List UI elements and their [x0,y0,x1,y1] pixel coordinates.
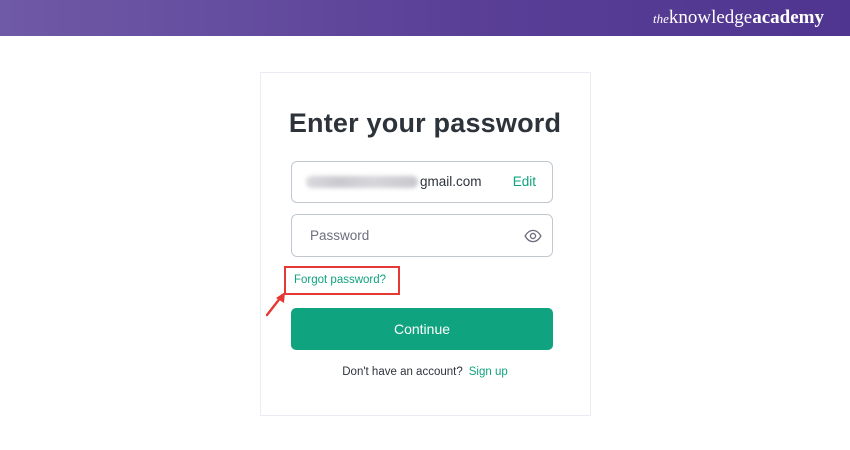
continue-button[interactable]: Continue [291,308,553,350]
brand-knowledge: knowledge [668,7,753,28]
signup-row: Don't have an account? Sign up [0,366,850,378]
email-redacted [306,176,418,188]
password-input[interactable] [292,215,517,256]
brand-academy: academy [752,7,824,28]
signup-prompt: Don't have an account? [342,366,463,378]
edit-email-link[interactable]: Edit [513,174,536,189]
forgot-password-link[interactable]: Forgot password? [294,274,386,286]
eye-icon[interactable] [524,227,542,245]
brand-logo: theknowledgeacademy [653,7,824,30]
email-field: gmail.com Edit [291,161,553,203]
password-field [291,214,553,257]
page-title: Enter your password [288,108,562,138]
brand-the: the [652,11,669,26]
email-domain: gmail.com [420,174,482,189]
arrow-annotation-icon [265,292,285,317]
header-bar: theknowledgeacademy [0,0,850,36]
highlight-box: Forgot password? [284,266,400,295]
signup-link[interactable]: Sign up [469,366,508,378]
